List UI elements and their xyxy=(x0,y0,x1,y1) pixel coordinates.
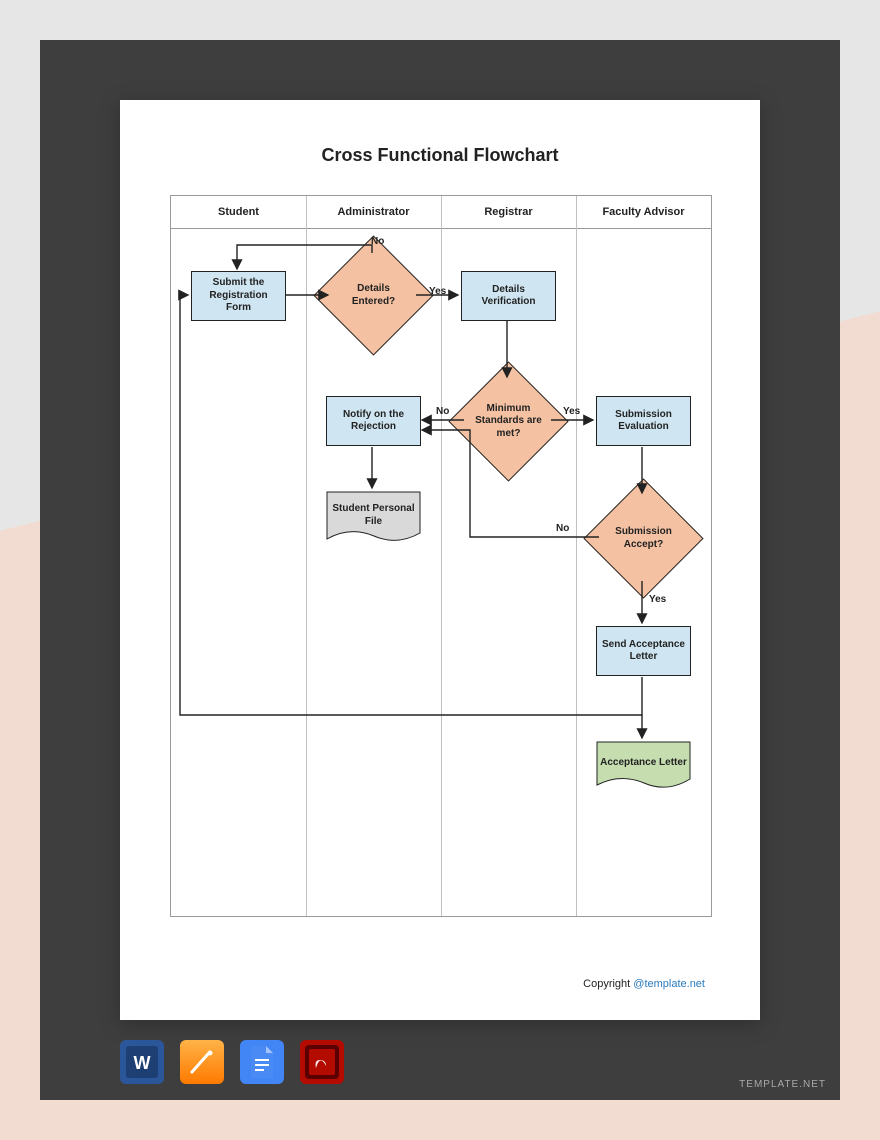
lane-separator xyxy=(576,196,577,916)
node-min-standards: Minimum Standards are met? xyxy=(466,379,551,464)
label: Student Personal File xyxy=(330,503,417,528)
lane-separator xyxy=(306,196,307,916)
pages-icon[interactable] xyxy=(180,1040,224,1084)
conn-label-no: No xyxy=(436,406,449,417)
node-send-acceptance-letter: Send Acceptance Letter xyxy=(596,626,691,676)
document-page: Cross Functional Flowchart Student Admin… xyxy=(120,100,760,1020)
swimlane-grid: Student Administrator Registrar Faculty … xyxy=(170,195,712,917)
conn-label-yes: Yes xyxy=(649,594,666,605)
node-details-entered: Details Entered? xyxy=(331,253,416,338)
node-submission-evaluation: Submission Evaluation xyxy=(596,396,691,446)
node-student-personal-file: Student Personal File xyxy=(326,491,421,546)
copyright-prefix: Copyright xyxy=(583,978,633,990)
word-icon[interactable]: W xyxy=(120,1040,164,1084)
conn-label-no: No xyxy=(556,523,569,534)
google-docs-icon[interactable] xyxy=(240,1040,284,1084)
lane-header-student: Student xyxy=(171,196,306,229)
node-details-verification: Details Verification xyxy=(461,271,556,321)
outer-frame: Cross Functional Flowchart Student Admin… xyxy=(40,40,840,1100)
conn-label-yes: Yes xyxy=(563,406,580,417)
svg-text:W: W xyxy=(134,1053,151,1073)
stage: Cross Functional Flowchart Student Admin… xyxy=(0,0,880,1140)
page-title: Cross Functional Flowchart xyxy=(120,145,760,166)
lane-separator xyxy=(441,196,442,916)
conn-label-yes: Yes xyxy=(429,286,446,297)
node-notify-rejection: Notify on the Rejection xyxy=(326,396,421,446)
node-submit-registration: Submit the Registration Form xyxy=(191,271,286,321)
lane-header-registrar: Registrar xyxy=(441,196,576,229)
label: Submission Accept? xyxy=(601,522,686,555)
lane-header-faculty-advisor: Faculty Advisor xyxy=(576,196,711,229)
node-submission-accept: Submission Accept? xyxy=(601,496,686,581)
copyright: Copyright @template.net xyxy=(583,978,705,990)
watermark: TEMPLATE.NET xyxy=(739,1079,826,1090)
label: Minimum Standards are met? xyxy=(466,399,551,445)
copyright-link[interactable]: @template.net xyxy=(633,978,705,990)
node-acceptance-letter: Acceptance Letter xyxy=(596,741,691,791)
lane-header-administrator: Administrator xyxy=(306,196,441,229)
label: Details Entered? xyxy=(331,279,416,312)
conn-label-no: No xyxy=(371,236,384,247)
label: Acceptance Letter xyxy=(600,757,687,770)
pdf-icon[interactable] xyxy=(300,1040,344,1084)
format-icons-row: W xyxy=(120,1040,344,1084)
